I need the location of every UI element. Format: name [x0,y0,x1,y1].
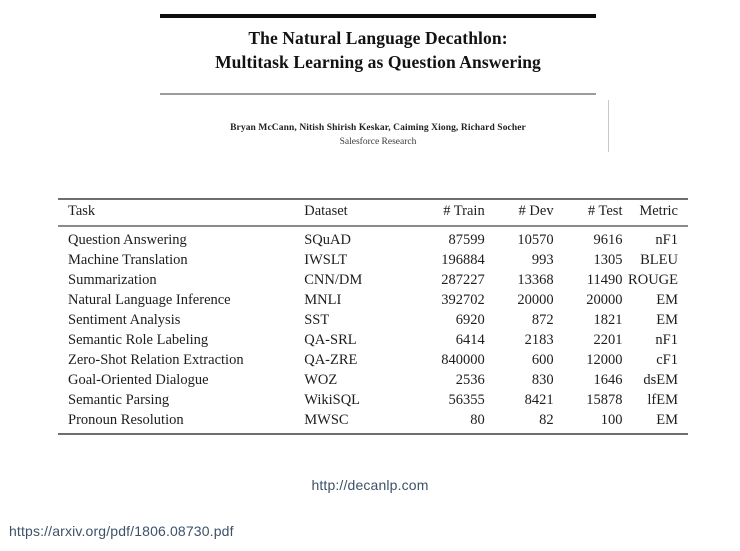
cell-train: 56355 [448,392,485,408]
cell-train: 287227 [441,272,485,288]
cell-dev: 10570 [517,232,554,248]
table-bottom-rule [58,433,688,436]
title-top-rule [160,14,596,18]
table-header: Task Dataset # Train # Dev # Test Metric [58,198,688,227]
cell-dev: 993 [531,252,554,268]
cell-dev: 600 [531,352,554,368]
cell-test: 100 [600,412,623,428]
cell-test: 9616 [593,232,623,248]
table-row: Question Answering SQuAD 87599 10570 9616 nF1 [58,226,688,251]
cell-dataset: SST [304,312,330,328]
column-header-train: # Train [400,198,485,227]
cell-task: Machine Translation [68,252,188,268]
cell-train: 840000 [441,352,485,368]
title-bottom-rule [160,93,596,95]
cell-task: Goal-Oriented Dialogue [68,372,209,388]
cell-dev: 8421 [524,392,554,408]
cell-test: 12000 [586,352,623,368]
cell-test: 1821 [593,312,623,328]
column-header-dev: # Dev [484,198,554,227]
cell-task: Zero-Shot Relation Extraction [68,352,244,368]
cell-metric: EM [656,312,678,328]
cell-test: 11490 [586,272,623,288]
cell-metric: lfEM [647,392,678,408]
cell-task: Semantic Role Labeling [68,332,209,348]
cell-dev: 872 [531,312,554,328]
table-row: Zero-Shot Relation Extraction QA-ZRE 84000… [58,351,688,371]
cell-test: 15878 [586,392,623,408]
cell-metric: EM [656,412,678,428]
paper-screenshot-region: The Natural Language Decathlon: Multitas… [0,0,740,460]
cell-test: 1646 [593,372,623,388]
cell-metric: nF1 [655,232,678,248]
cell-task: Sentiment Analysis [68,312,181,328]
column-header-test: # Test [553,198,623,227]
cell-dataset: CNN/DM [304,272,363,288]
arxiv-pdf-link[interactable]: https://arxiv.org/pdf/1806.08730.pdf [9,523,234,539]
table-row: Sentiment Analysis SST 6920 872 1821 EM [58,311,688,331]
table-header-row: Task Dataset # Train # Dev # Test Metric [58,198,688,227]
cell-task: Pronoun Resolution [68,412,184,428]
cell-metric: EM [656,292,678,308]
cell-metric: cF1 [656,352,678,368]
cell-task: Summarization [68,272,157,288]
page-title: The Natural Language Decathlon: Multitas… [160,26,596,74]
cell-dataset: WikiSQL [304,392,361,408]
cell-dataset: MWSC [304,412,349,428]
cell-train: 80 [470,412,485,428]
table-footer-rule [58,433,688,436]
cell-dev: 82 [539,412,554,428]
cell-train: 2536 [455,372,485,388]
cell-dev: 20000 [517,292,554,308]
decanlp-tasks-table: Task Dataset # Train # Dev # Test Metric… [58,198,688,436]
cell-dev: 13368 [517,272,554,288]
cell-dataset: SQuAD [304,232,351,248]
paper-crop-edge [608,100,609,152]
cell-train: 6920 [455,312,485,328]
cell-metric: dsEM [643,372,678,388]
cell-dataset: QA-SRL [304,332,357,348]
table-body: Question Answering SQuAD 87599 10570 9616 nF1… [58,226,688,434]
cell-train: 392702 [441,292,485,308]
paper-title-line-2: Multitask Learning as Question Answering [215,52,541,72]
cell-train: 87599 [448,232,485,248]
cell-task: Natural Language Inference [68,292,231,308]
table-bottom-rule-row [58,433,688,436]
cell-task: Question Answering [68,232,187,248]
table-row: Machine Translation IWSLT 196884 993 1305 BLE… [58,251,688,271]
column-header-task: Task [58,198,305,227]
table-row: Semantic Parsing WikiSQL 56355 8421 15878 lfE… [58,391,688,411]
dataset-table: Task Dataset # Train # Dev # Test Metric… [58,198,688,436]
table-row: Pronoun Resolution MWSC 80 82 100 EM [58,411,688,435]
project-link[interactable]: http://decanlp.com [0,477,740,493]
table-row: Natural Language Inference MNLI 392702 2000… [58,291,688,311]
table-row: Summarization CNN/DM 287227 13368 11490 ROUGE [58,271,688,291]
cell-task: Semantic Parsing [68,392,170,408]
cell-dataset: IWSLT [304,252,348,268]
author-list: Bryan McCann, Nitish Shirish Keskar, Cai… [230,123,526,133]
cell-metric: nF1 [655,332,678,348]
column-header-metric: Metric [622,198,688,227]
cell-dev: 830 [531,372,554,388]
cell-test: 20000 [586,292,623,308]
cell-test: 2201 [593,332,623,348]
affiliation: Salesforce Research [339,137,417,147]
table-row: Semantic Role Labeling QA-SRL 6414 2183 2201… [58,331,688,351]
cell-dataset: MNLI [304,292,342,308]
cell-dev: 2183 [524,332,554,348]
table-row: Goal-Oriented Dialogue WOZ 2536 830 1646 dsEM [58,371,688,391]
column-header-dataset: Dataset [304,198,401,227]
paper-title-line-1: The Natural Language Decathlon: [248,28,508,48]
cell-test: 1305 [593,252,623,268]
cell-train: 196884 [441,252,485,268]
cell-dataset: WOZ [304,372,338,388]
cell-metric: BLEU [640,252,678,268]
cell-metric: ROUGE [628,272,678,288]
cell-train: 6414 [455,332,485,348]
cell-dataset: QA-ZRE [304,352,358,368]
